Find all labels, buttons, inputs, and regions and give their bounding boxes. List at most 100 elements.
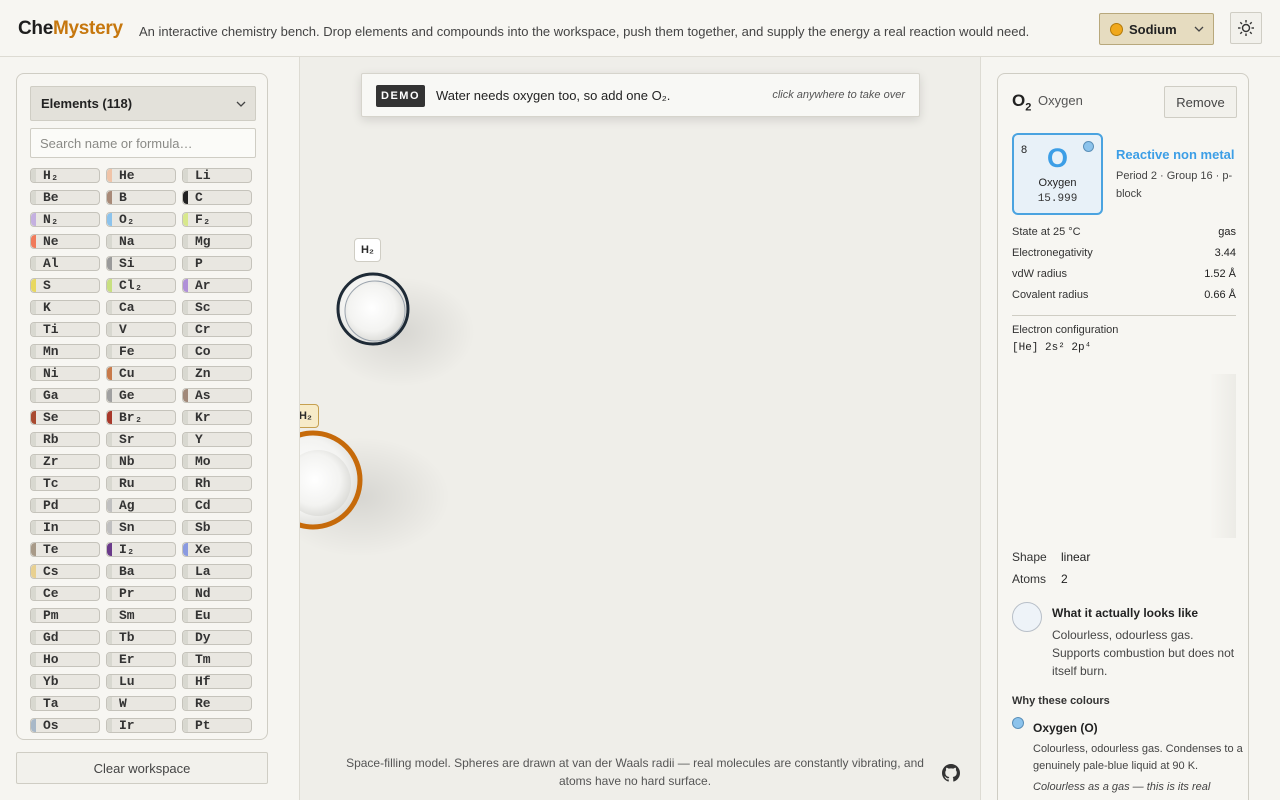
element-chip[interactable]: Ag <box>106 498 176 513</box>
element-chip[interactable]: Mo <box>182 454 252 469</box>
theme-toggle-button[interactable] <box>1230 12 1262 44</box>
element-chip[interactable]: Fe <box>106 344 176 359</box>
element-chip[interactable]: Yb <box>30 674 100 689</box>
element-chip[interactable]: Ar <box>182 278 252 293</box>
element-chip[interactable]: Lu <box>106 674 176 689</box>
element-chip[interactable]: Ni <box>30 366 100 381</box>
element-chip[interactable]: Y <box>182 432 252 447</box>
element-chip[interactable]: P <box>182 256 252 271</box>
element-color-bar <box>107 477 112 490</box>
element-chip[interactable]: Mn <box>30 344 100 359</box>
element-chip[interactable]: Gd <box>30 630 100 645</box>
element-chip[interactable]: Cd <box>182 498 252 513</box>
element-chip[interactable]: Eu <box>182 608 252 623</box>
github-icon[interactable] <box>942 764 960 782</box>
element-chip[interactable]: Pr <box>106 586 176 601</box>
element-chip[interactable]: Sn <box>106 520 176 535</box>
element-chip[interactable]: N₂ <box>30 212 100 227</box>
element-chip[interactable]: Cs <box>30 564 100 579</box>
element-chip[interactable]: Ho <box>30 652 100 667</box>
element-chip[interactable]: Rb <box>30 432 100 447</box>
element-chip[interactable]: Cl₂ <box>106 278 176 293</box>
element-chip[interactable]: W <box>106 696 176 711</box>
element-chip[interactable]: He <box>106 168 176 183</box>
element-chip[interactable]: Ta <box>30 696 100 711</box>
element-chip[interactable]: Xe <box>182 542 252 557</box>
element-chip[interactable]: Pd <box>30 498 100 513</box>
element-chip[interactable]: Ti <box>30 322 100 337</box>
element-chip[interactable]: Ba <box>106 564 176 579</box>
element-chip[interactable]: Sc <box>182 300 252 315</box>
app-logo[interactable]: CheMystery <box>18 18 123 40</box>
element-chip[interactable]: Pt <box>182 718 252 733</box>
element-chip[interactable]: Os <box>30 718 100 733</box>
element-color-bar <box>31 191 36 204</box>
element-chip[interactable]: Ga <box>30 388 100 403</box>
demo-banner[interactable]: DEMO Water needs oxygen too, so add one … <box>361 73 920 117</box>
clear-workspace-button[interactable]: Clear workspace <box>16 752 268 784</box>
element-chip[interactable]: I₂ <box>106 542 176 557</box>
element-chip[interactable]: Tb <box>106 630 176 645</box>
element-color-bar <box>183 565 188 578</box>
molecule-h2-b[interactable] <box>300 430 363 530</box>
element-color-bar <box>31 235 36 248</box>
element-chip[interactable]: Cr <box>182 322 252 337</box>
element-chip[interactable]: Sm <box>106 608 176 623</box>
element-chip[interactable]: C <box>182 190 252 205</box>
element-chip[interactable]: Mg <box>182 234 252 249</box>
element-chip[interactable]: Pm <box>30 608 100 623</box>
element-chip[interactable]: Si <box>106 256 176 271</box>
element-chip[interactable]: B <box>106 190 176 205</box>
element-chip[interactable]: Rh <box>182 476 252 491</box>
element-chip-label: Zn <box>195 366 211 381</box>
element-select[interactable]: Sodium <box>1099 13 1214 45</box>
element-chip[interactable]: V <box>106 322 176 337</box>
element-chip[interactable]: Tm <box>182 652 252 667</box>
remove-button[interactable]: Remove <box>1164 86 1237 118</box>
element-chip[interactable]: Re <box>182 696 252 711</box>
element-chip[interactable]: Li <box>182 168 252 183</box>
molecule-preview[interactable] <box>1012 374 1236 538</box>
element-chip[interactable]: Cu <box>106 366 176 381</box>
element-chip[interactable]: Co <box>182 344 252 359</box>
element-chip[interactable]: Na <box>106 234 176 249</box>
element-chip[interactable]: S <box>30 278 100 293</box>
element-chip[interactable]: La <box>182 564 252 579</box>
element-chip[interactable]: Kr <box>182 410 252 425</box>
element-chip[interactable]: Se <box>30 410 100 425</box>
workspace-canvas[interactable]: DEMO Water needs oxygen too, so add one … <box>299 57 981 800</box>
element-chip[interactable]: As <box>182 388 252 403</box>
element-chip[interactable]: Nd <box>182 586 252 601</box>
element-chip[interactable]: Ir <box>106 718 176 733</box>
element-chip[interactable]: Tc <box>30 476 100 491</box>
molecule-label[interactable]: H₂ <box>300 404 319 428</box>
element-search-input[interactable] <box>30 128 256 158</box>
atom-sphere <box>336 272 410 346</box>
element-chip[interactable]: Br₂ <box>106 410 176 425</box>
element-chip[interactable]: Dy <box>182 630 252 645</box>
element-chip[interactable]: Zr <box>30 454 100 469</box>
element-chip[interactable]: Ge <box>106 388 176 403</box>
element-chip[interactable]: Nb <box>106 454 176 469</box>
element-chip[interactable]: O₂ <box>106 212 176 227</box>
element-chip[interactable]: Al <box>30 256 100 271</box>
element-chip[interactable]: K <box>30 300 100 315</box>
element-chip[interactable]: Ca <box>106 300 176 315</box>
element-chip[interactable]: Sr <box>106 432 176 447</box>
element-chip[interactable]: Er <box>106 652 176 667</box>
element-chip[interactable]: Sb <box>182 520 252 535</box>
molecule-label[interactable]: H₂ <box>354 238 381 262</box>
element-chip[interactable]: Te <box>30 542 100 557</box>
element-chip[interactable]: Ce <box>30 586 100 601</box>
elements-dropdown[interactable]: Elements (118) <box>30 86 256 121</box>
molecule-h2-a[interactable] <box>336 272 410 346</box>
element-chip[interactable]: F₂ <box>182 212 252 227</box>
element-chip[interactable]: Zn <box>182 366 252 381</box>
element-chip[interactable]: Be <box>30 190 100 205</box>
element-chip[interactable]: H₂ <box>30 168 100 183</box>
element-chip[interactable]: Ru <box>106 476 176 491</box>
element-chip[interactable]: In <box>30 520 100 535</box>
molecule-shadow <box>300 437 450 557</box>
element-chip[interactable]: Hf <box>182 674 252 689</box>
element-chip[interactable]: Ne <box>30 234 100 249</box>
